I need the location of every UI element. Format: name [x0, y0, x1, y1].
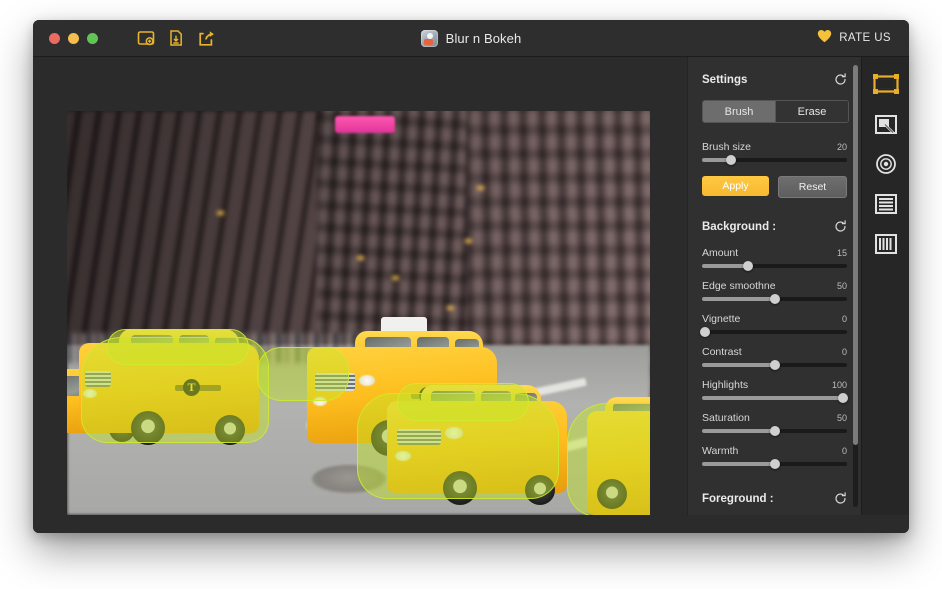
taxi-front-right: [387, 401, 567, 493]
taxi-top-ad-sign: [335, 116, 395, 133]
crop-frame-icon[interactable]: [871, 71, 901, 97]
magic-wand-icon[interactable]: [871, 111, 901, 137]
background-refresh-icon[interactable]: [834, 220, 847, 233]
zoom-button[interactable]: [87, 33, 98, 44]
highlights-slider-row: Highlights 100: [702, 379, 847, 400]
screen: Blur n Bokeh RATE US: [0, 0, 942, 589]
add-image-icon[interactable]: [136, 28, 156, 48]
warmth-slider-row: Warmth 0: [702, 445, 847, 466]
reset-button[interactable]: Reset: [778, 176, 847, 198]
settings-refresh-icon[interactable]: [834, 73, 847, 86]
highlights-label: Highlights: [702, 379, 748, 391]
settings-scrollbar-thumb[interactable]: [853, 65, 858, 445]
window-bottom-strip: [33, 515, 909, 533]
aperture-circle-icon[interactable]: [871, 151, 901, 177]
settings-scrollbar[interactable]: [853, 65, 858, 507]
amount-slider[interactable]: [702, 264, 847, 268]
vignette-label: Vignette: [702, 313, 740, 325]
edge-smoothness-slider-row: Edge smoothne 50: [702, 280, 847, 301]
rate-us-label: RATE US: [839, 32, 891, 44]
settings-title: Settings: [702, 74, 747, 86]
foreground-header: Foreground :: [702, 492, 847, 505]
window-body: T: [33, 57, 909, 515]
vignette-slider[interactable]: [702, 330, 847, 334]
erase-mode-button[interactable]: Erase: [776, 101, 848, 122]
tool-rail: [861, 57, 909, 515]
warmth-label: Warmth: [702, 445, 738, 457]
brush-size-label: Brush size: [702, 141, 751, 153]
saturation-value: 50: [837, 413, 847, 423]
taxi-right-edge: [587, 411, 650, 515]
amount-label: Amount: [702, 247, 738, 259]
saturation-slider-row: Saturation 50: [702, 412, 847, 433]
minimize-button[interactable]: [68, 33, 79, 44]
taxi-primary-left: T: [79, 343, 259, 433]
edge-smoothness-label: Edge smoothne: [702, 280, 776, 292]
app-icon: [421, 30, 438, 47]
saturation-label: Saturation: [702, 412, 750, 424]
apply-button[interactable]: Apply: [702, 176, 769, 196]
contrast-slider-row: Contrast 0: [702, 346, 847, 367]
highlights-value: 100: [832, 380, 847, 390]
amount-value: 15: [837, 248, 847, 258]
highlights-slider[interactable]: [702, 396, 847, 400]
vignette-value: 0: [842, 314, 847, 324]
photo-canvas[interactable]: T: [67, 111, 650, 515]
vignette-slider-row: Vignette 0: [702, 313, 847, 334]
background-header: Background :: [702, 220, 847, 233]
background-title: Background :: [702, 221, 776, 233]
contrast-slider[interactable]: [702, 363, 847, 367]
edge-smoothness-slider[interactable]: [702, 297, 847, 301]
apply-reset-actions: Apply Reset: [702, 176, 847, 198]
amount-slider-row: Amount 15: [702, 247, 847, 268]
heart-icon: [817, 29, 832, 48]
settings-panel: Settings Brush Erase: [687, 57, 861, 515]
warmth-slider[interactable]: [702, 462, 847, 466]
app-window: Blur n Bokeh RATE US: [33, 20, 909, 533]
contrast-label: Contrast: [702, 346, 742, 358]
edge-smoothness-value: 50: [837, 281, 847, 291]
brush-erase-toggle: Brush Erase: [702, 100, 849, 123]
share-icon[interactable]: [196, 28, 216, 48]
foreground-refresh-icon[interactable]: [834, 492, 847, 505]
window-toolbar: [136, 28, 216, 48]
vertical-lines-icon[interactable]: [871, 231, 901, 257]
window-title: Blur n Bokeh: [446, 31, 522, 46]
horizontal-lines-icon[interactable]: [871, 191, 901, 217]
brush-mode-button[interactable]: Brush: [703, 101, 776, 122]
close-button[interactable]: [49, 33, 60, 44]
settings-header: Settings: [702, 73, 847, 86]
contrast-value: 0: [842, 347, 847, 357]
title-bar: Blur n Bokeh RATE US: [33, 20, 909, 57]
rate-us-button[interactable]: RATE US: [817, 29, 891, 48]
save-document-icon[interactable]: [166, 28, 186, 48]
warmth-value: 0: [842, 446, 847, 456]
manhole-cover: [312, 465, 386, 493]
foreground-title: Foreground :: [702, 493, 774, 505]
saturation-slider[interactable]: [702, 429, 847, 433]
brush-size-slider-row: Brush size 20: [702, 141, 847, 162]
canvas-area: T: [33, 57, 687, 515]
brush-size-slider[interactable]: [702, 158, 847, 162]
brush-size-value: 20: [837, 142, 847, 152]
traffic-lights: [49, 33, 98, 44]
